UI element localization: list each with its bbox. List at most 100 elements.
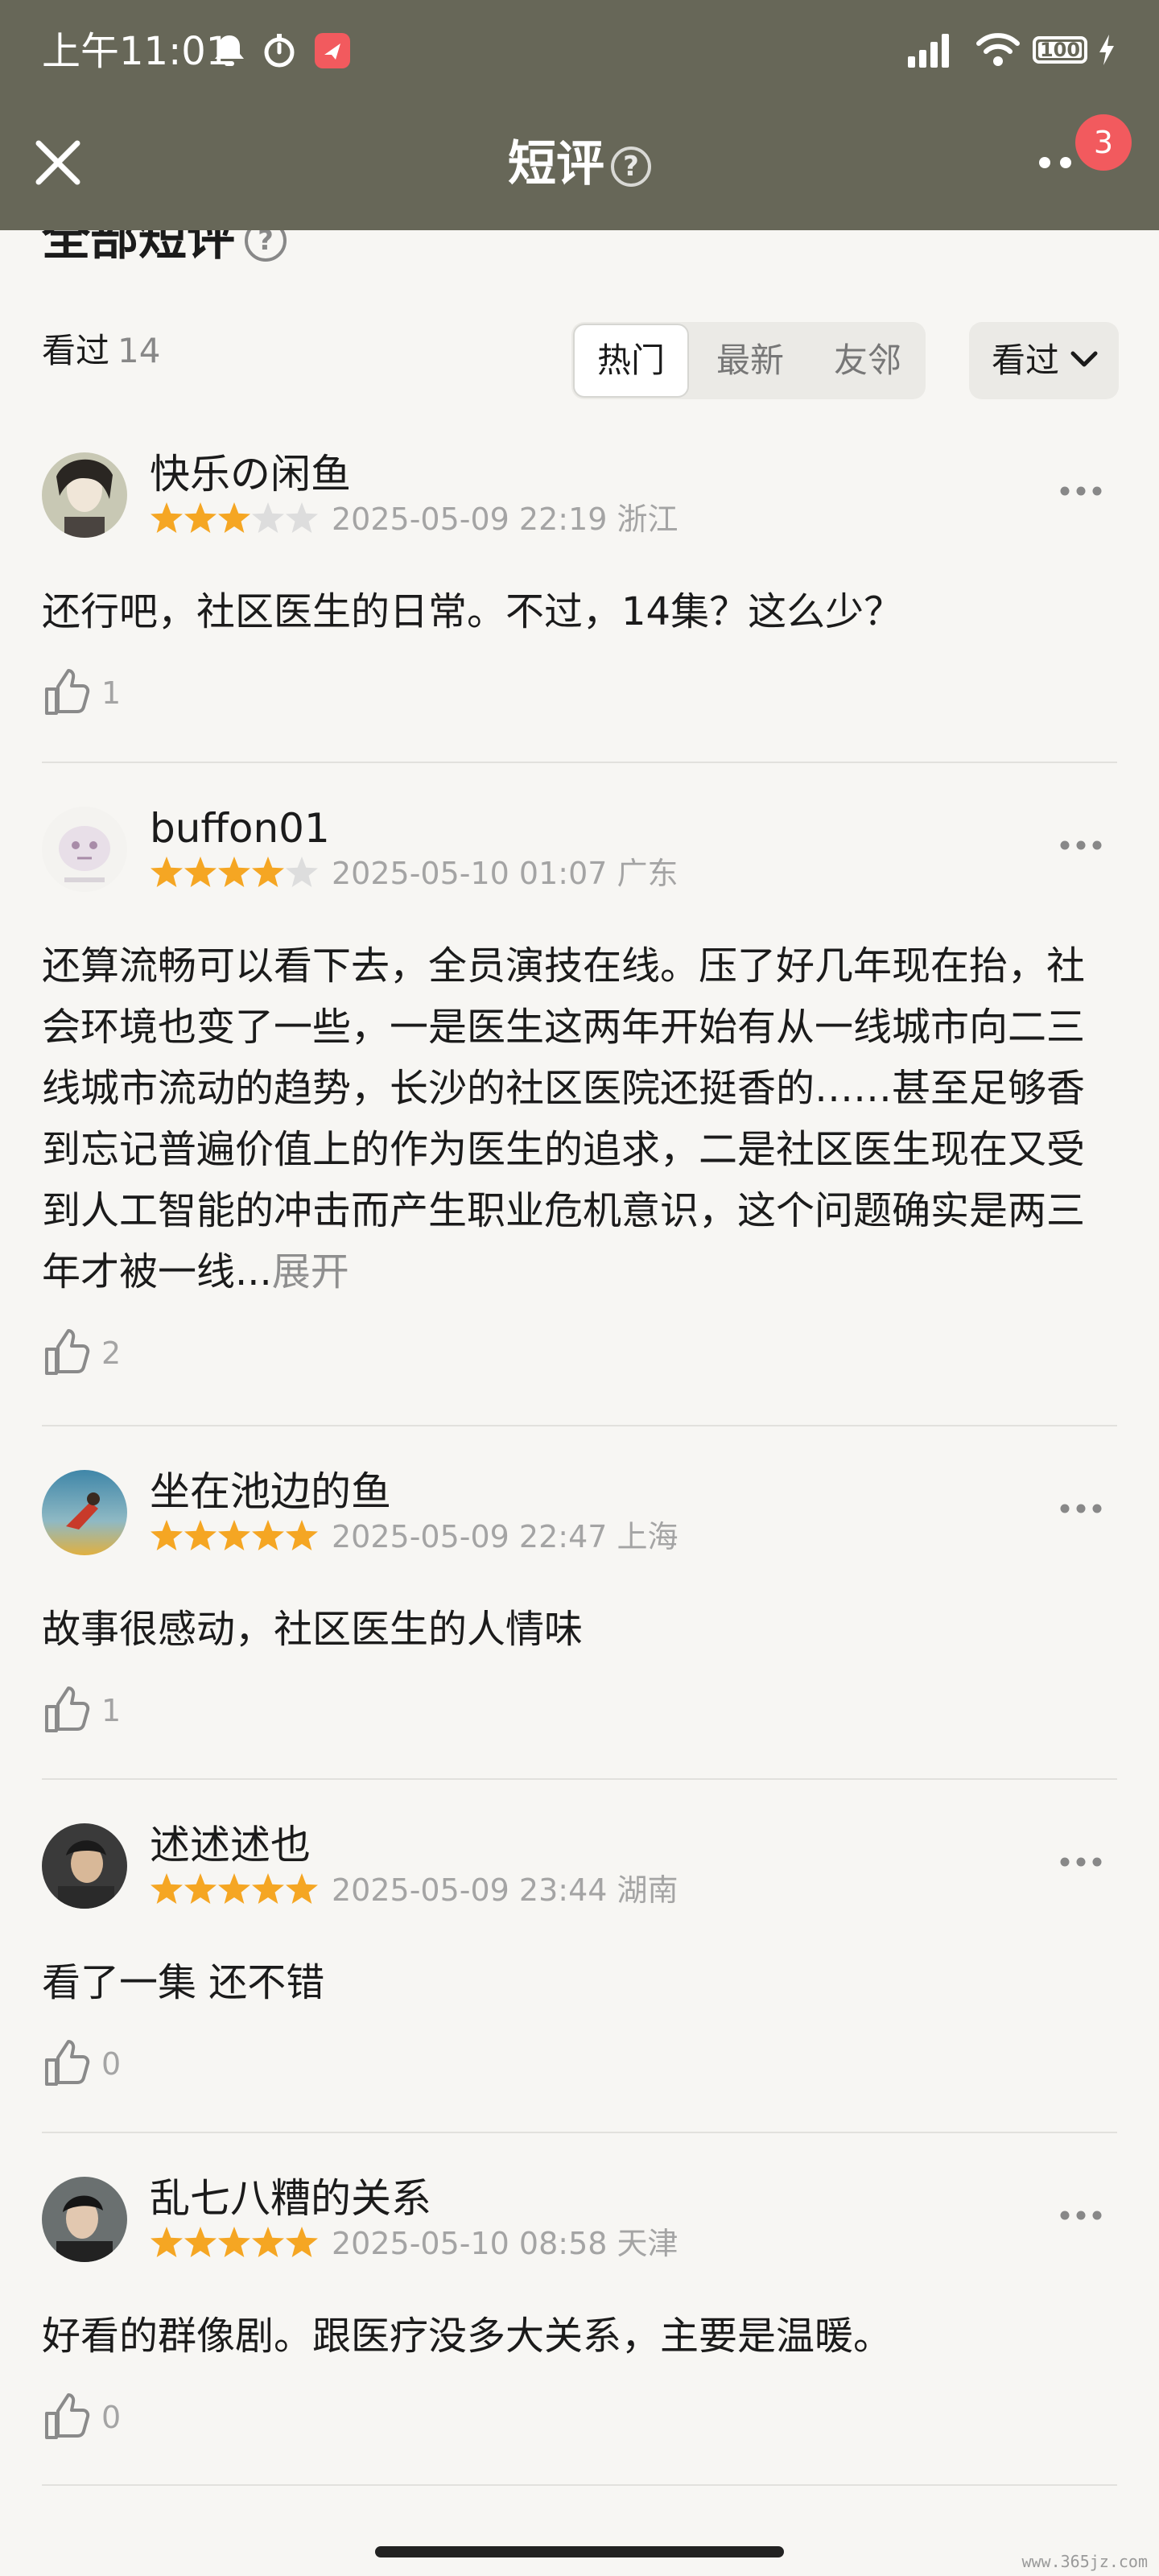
page-title-text: 短评: [508, 136, 604, 192]
thumbs-up-icon: [45, 2393, 90, 2439]
review-more-button[interactable]: [1059, 1502, 1103, 1517]
avatar[interactable]: [42, 452, 127, 538]
username[interactable]: buffon01: [150, 802, 330, 855]
username[interactable]: 坐在池边的鱼: [150, 1465, 391, 1518]
star-filled-icon: [151, 2227, 183, 2257]
thumbs-up-icon: [45, 1329, 90, 1375]
tab-latest[interactable]: 最新: [692, 322, 808, 399]
tab-hot[interactable]: 热门: [573, 324, 689, 398]
page-title: 短评?: [0, 132, 1159, 196]
review-more-button[interactable]: [1059, 839, 1103, 854]
status-filter-dropdown[interactable]: 看过: [969, 322, 1119, 399]
seen-label-text: 看过: [42, 331, 110, 370]
star-rating: [151, 1873, 318, 1904]
status-bar: 上午11:01 100: [0, 0, 1159, 105]
bell-icon: [211, 32, 248, 72]
star-rating: [151, 502, 318, 533]
wifi-icon: [975, 29, 1021, 72]
like-count: 1: [101, 675, 122, 711]
like-button[interactable]: 0: [42, 2391, 121, 2444]
star-filled-icon: [151, 1520, 183, 1550]
seen-count: 14: [118, 331, 161, 370]
star-filled-icon: [286, 2227, 318, 2257]
like-button[interactable]: 2: [42, 1327, 121, 1380]
charging-icon: [1098, 34, 1116, 69]
star-filled-icon: [184, 1873, 217, 1904]
signal-icon: [906, 32, 951, 72]
review-text: 故事很感动，社区医生的人情味: [42, 1607, 584, 1652]
avatar[interactable]: [42, 1823, 127, 1909]
review-timestamp: 2025-05-09 22:47 上海: [332, 1519, 678, 1554]
divider: [42, 762, 1117, 763]
star-filled-icon: [218, 857, 250, 887]
like-count: 0: [101, 2046, 122, 2082]
more-dots-icon: [1060, 486, 1102, 496]
star-filled-icon: [184, 502, 217, 533]
star-filled-icon: [286, 1873, 318, 1904]
divider: [42, 1425, 1117, 1426]
thumbs-up-icon: [45, 2040, 90, 2086]
review-text: 还行吧，社区医生的日常。不过，14集？这么少？: [42, 589, 903, 634]
tab-friends[interactable]: 友邻: [810, 322, 926, 399]
review-text: 还算流畅可以看下去，全员演技在线。压了好几年现在抬，社会环境也变了一些，一是医生…: [42, 935, 1117, 1302]
username[interactable]: 乱七八糟的关系: [150, 2172, 431, 2225]
like-button[interactable]: 1: [42, 667, 121, 720]
review-text-body: 还算流畅可以看下去，全员演技在线。压了好几年现在抬，社会环境也变了一些，一是医生…: [42, 943, 1086, 1294]
divider: [42, 2132, 1117, 2133]
review-timestamp: 2025-05-10 08:58 天津: [332, 2226, 678, 2261]
home-indicator[interactable]: [375, 2546, 784, 2557]
review-timestamp: 2025-05-09 22:19 浙江: [332, 502, 678, 537]
star-filled-icon: [184, 857, 217, 887]
review-more-button[interactable]: [1059, 1856, 1103, 1871]
review-more-button[interactable]: [1059, 2209, 1103, 2224]
star-empty-icon: [286, 502, 318, 533]
star-filled-icon: [151, 502, 183, 533]
star-filled-icon: [218, 502, 250, 533]
star-empty-icon: [286, 857, 318, 887]
chevron-down-icon: [1070, 351, 1098, 367]
more-dots-icon: [1060, 2211, 1102, 2220]
like-count: 0: [101, 2400, 122, 2435]
avatar[interactable]: [42, 807, 127, 892]
watermark: www.365jz.com: [1021, 2552, 1148, 2571]
help-icon[interactable]: ?: [611, 147, 651, 188]
more-dots-icon: [1060, 1504, 1102, 1513]
star-rating: [151, 857, 318, 887]
avatar[interactable]: [42, 1470, 127, 1555]
seen-count-label: 看过 14: [42, 328, 160, 374]
star-filled-icon: [184, 1520, 217, 1550]
expand-link[interactable]: 展开: [272, 1249, 349, 1294]
status-filter-label: 看过: [992, 341, 1060, 380]
star-rating: [151, 2227, 318, 2257]
top-bar: 上午11:01 100 短评? 3: [0, 0, 1159, 230]
sort-segmented-control: 热门 最新 友邻: [571, 322, 926, 399]
timer-icon: [261, 32, 298, 72]
star-filled-icon: [286, 1520, 318, 1550]
divider: [42, 1778, 1117, 1780]
star-filled-icon: [184, 2227, 217, 2257]
divider: [42, 2484, 1117, 2486]
star-rating: [151, 1520, 318, 1550]
like-count: 2: [101, 1335, 122, 1371]
username[interactable]: 述述述也: [150, 1818, 311, 1872]
battery-level: 100: [1039, 39, 1081, 61]
star-filled-icon: [218, 2227, 250, 2257]
review-timestamp: 2025-05-10 01:07 广东: [332, 856, 678, 891]
star-filled-icon: [252, 1873, 284, 1904]
like-button[interactable]: 0: [42, 2037, 121, 2091]
like-button[interactable]: 1: [42, 1684, 121, 1737]
username[interactable]: 快乐の闲鱼: [150, 448, 351, 501]
more-dots-icon: [1060, 1857, 1102, 1867]
star-filled-icon: [252, 2227, 284, 2257]
star-filled-icon: [151, 1873, 183, 1904]
review-more-button[interactable]: [1059, 485, 1103, 500]
thumbs-up-icon: [45, 669, 90, 715]
like-count: 1: [101, 1693, 122, 1728]
review-timestamp: 2025-05-09 23:44 湖南: [332, 1872, 678, 1908]
thumbs-up-icon: [45, 1686, 90, 1732]
avatar[interactable]: [42, 2177, 127, 2262]
star-filled-icon: [151, 857, 183, 887]
notification-badge[interactable]: 3: [1075, 114, 1132, 171]
review-text: 好看的群像剧。跟医疗没多大关系，主要是温暖。: [42, 2314, 893, 2359]
more-dots-icon: [1060, 840, 1102, 850]
